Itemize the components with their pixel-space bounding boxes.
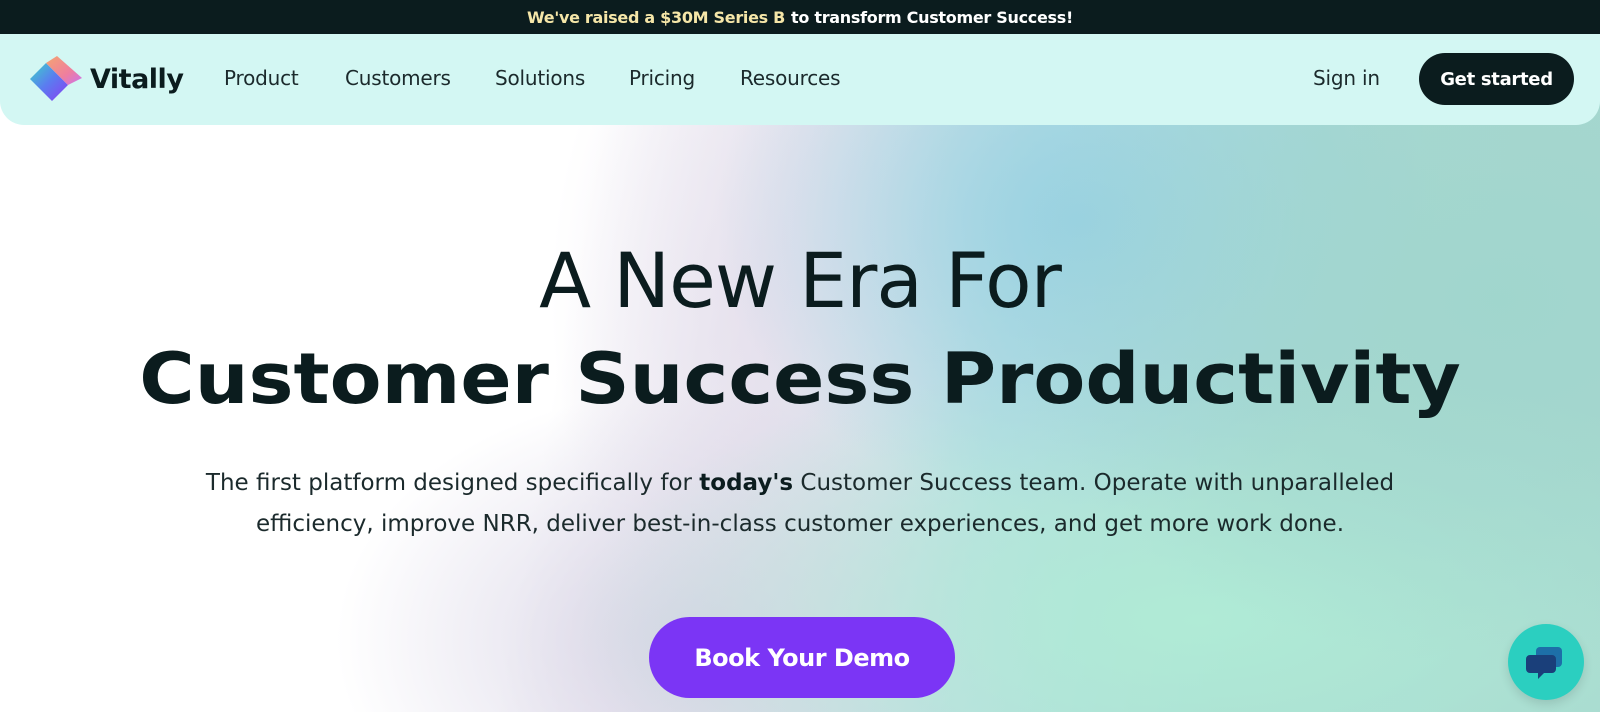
book-demo-button[interactable]: Book Your Demo	[649, 617, 955, 698]
brand-name: Vitally	[90, 63, 184, 95]
chat-widget-button[interactable]	[1508, 624, 1584, 700]
announcement-bar[interactable]: We've raised a $30M Series B to transfor…	[0, 0, 1600, 34]
hero-title-line2: Customer Success Productivity	[139, 338, 1461, 420]
nav-customers[interactable]: Customers	[345, 66, 451, 90]
nav-solutions[interactable]: Solutions	[495, 66, 585, 90]
chat-bubbles-icon	[1526, 647, 1562, 679]
announcement-text: to transform Customer Success!	[791, 7, 1073, 27]
hero-subtitle-start: The first platform designed specifically…	[205, 470, 700, 496]
get-started-button[interactable]: Get started	[1419, 53, 1574, 105]
top-nav: Vitally Product Customers Solutions Pric…	[0, 34, 1600, 125]
hero-subtitle: The first platform designed specifically…	[170, 463, 1430, 545]
vitally-logo-icon	[30, 56, 82, 101]
hero-title-line1: A New Era For	[539, 236, 1062, 325]
nav-product[interactable]: Product	[224, 66, 299, 90]
sign-in-link[interactable]: Sign in	[1313, 66, 1380, 90]
brand-logo[interactable]: Vitally	[30, 56, 184, 102]
announcement-highlight: We've raised a $30M Series B	[527, 7, 786, 27]
nav-pricing[interactable]: Pricing	[629, 66, 695, 90]
hero-subtitle-bold: today's	[699, 470, 794, 496]
nav-resources[interactable]: Resources	[740, 66, 841, 90]
page: We've raised a $30M Series B to transfor…	[0, 0, 1600, 712]
